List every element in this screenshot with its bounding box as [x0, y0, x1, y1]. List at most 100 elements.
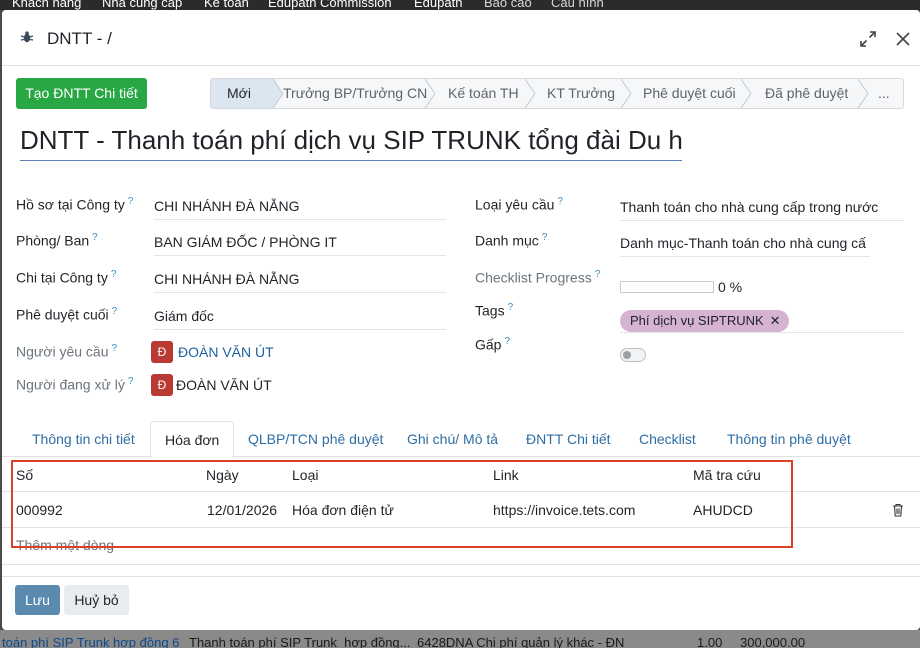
tab-approval-info[interactable]: Thông tin phê duyệt: [727, 421, 851, 457]
bug-icon: [20, 31, 34, 43]
stage-final-approval[interactable]: Phê duyệt cuối: [643, 79, 736, 108]
backdrop-row-category: 6428DNA Chi phí quản lý khác - ĐN: [417, 635, 625, 648]
nav-item-accounting[interactable]: Kế toán: [204, 0, 249, 10]
stage-chief-accountant[interactable]: KT Trưởng: [547, 79, 615, 108]
stage-more[interactable]: ...: [878, 79, 890, 108]
stage-approved[interactable]: Đã phê duyệt: [765, 79, 848, 108]
tag-sip-trunk: Phí dịch vụ SIPTRUNK ✕: [620, 310, 789, 332]
cell-link[interactable]: https://invoice.tets.com: [493, 502, 635, 518]
tab-checklist[interactable]: Checklist: [639, 421, 696, 457]
spend-company-field[interactable]: CHI NHÁNH ĐÀ NẴNG: [154, 269, 446, 293]
status-bar: Mới Trưởng BP/Trưởng CN Kế toán TH KT Tr…: [210, 78, 904, 109]
help-icon[interactable]: ?: [504, 336, 510, 347]
table-row[interactable]: 000992 12/01/2026 Hóa đơn điện tử https:…: [2, 492, 920, 528]
spend-company-label: Chi tại Công ty?: [16, 269, 117, 286]
notebook-tabs: Thông tin chi tiết Hóa đơn QLBP/TCN phê …: [2, 421, 920, 458]
tab-notes[interactable]: Ghi chú/ Mô tả: [407, 421, 498, 457]
toggle-knob: [623, 351, 631, 359]
column-header-number[interactable]: Số: [16, 467, 33, 483]
nav-item-vendors[interactable]: Nhà cung cấp: [102, 0, 182, 10]
backdrop-row-qty: 1.00: [697, 635, 723, 648]
trash-icon[interactable]: [892, 503, 904, 517]
category-field[interactable]: Danh mục-Thanh toán cho nhà cung cấ: [620, 233, 870, 257]
cell-number[interactable]: 000992: [16, 502, 63, 518]
backdrop-row-amount: 300,000.00: [740, 635, 806, 648]
company-field[interactable]: CHI NHÁNH ĐÀ NẴNG: [154, 196, 446, 220]
help-icon[interactable]: ?: [557, 196, 563, 207]
save-button[interactable]: Lưu: [15, 585, 60, 615]
stage-separator-icon: [621, 79, 631, 108]
close-icon[interactable]: [894, 30, 912, 48]
help-icon[interactable]: ?: [112, 306, 118, 317]
nav-item-reports[interactable]: Báo cáo: [484, 0, 532, 10]
expand-icon[interactable]: [859, 30, 877, 48]
stage-department-head[interactable]: Trưởng BP/Trưởng CN: [283, 79, 427, 108]
discard-button[interactable]: Huỷ bỏ: [64, 585, 129, 615]
column-header-date[interactable]: Ngày: [206, 467, 239, 483]
help-icon[interactable]: ?: [128, 196, 134, 207]
cell-type[interactable]: Hóa đơn điện tử: [292, 502, 394, 518]
nav-item-edupath-commission[interactable]: Edupath Commission: [268, 0, 392, 10]
requester-avatar: Đ: [151, 341, 173, 363]
column-header-lookup-code[interactable]: Mã tra cứu: [693, 467, 761, 483]
backdrop-row-description: Thanh toán phí SIP Trunk_hợp đồng...: [189, 635, 411, 648]
requester-name[interactable]: ĐOÀN VĂN ÚT: [178, 344, 274, 360]
dialog-footer: Lưu Huỷ bỏ: [2, 576, 920, 630]
invoice-table-header: Số Ngày Loại Link Mã tra cứu: [2, 458, 920, 492]
help-icon[interactable]: ?: [508, 302, 514, 313]
final-approver-field[interactable]: Giám đốc: [154, 306, 446, 330]
tag-remove-icon[interactable]: ✕: [770, 313, 781, 328]
department-field[interactable]: BAN GIÁM ĐỐC / PHÒNG IT: [154, 232, 446, 256]
column-header-link[interactable]: Link: [493, 467, 519, 483]
create-dntt-detail-button[interactable]: Tạo ĐNTT Chi tiết: [16, 78, 147, 109]
cell-lookup-code[interactable]: AHUDCD: [693, 502, 753, 518]
table-divider: [2, 564, 920, 565]
checklist-progress-text: 0 %: [718, 279, 743, 295]
requester-label: Người yêu cầu?: [16, 343, 118, 360]
tab-details[interactable]: Thông tin chi tiết: [32, 421, 135, 457]
urgent-label: Gấp?: [475, 336, 511, 353]
checklist-progress-bar: [620, 281, 714, 293]
help-icon[interactable]: ?: [595, 269, 601, 280]
company-label: Hồ sơ tại Công ty?: [16, 196, 134, 213]
urgent-toggle[interactable]: [620, 348, 646, 362]
category-label: Danh mục?: [475, 232, 548, 249]
final-approver-label: Phê duyệt cuối?: [16, 306, 118, 323]
request-type-label: Loại yêu cầu?: [475, 196, 563, 213]
stage-separator-icon: [525, 79, 535, 108]
dialog-header: DNTT - /: [2, 10, 920, 66]
cell-date[interactable]: 12/01/2026: [207, 502, 277, 518]
help-icon[interactable]: ?: [128, 376, 134, 387]
tags-field-underline[interactable]: [620, 332, 904, 333]
stage-separator-icon: [425, 79, 435, 108]
dialog-title: DNTT - /: [47, 29, 112, 48]
tab-invoices[interactable]: Hóa đơn: [150, 421, 235, 458]
request-type-field[interactable]: Thanh toán cho nhà cung cấp trong nước: [620, 197, 904, 221]
tag-label: Phí dịch vụ SIPTRUNK: [630, 313, 764, 328]
handler-name: ĐOÀN VĂN ÚT: [176, 377, 272, 393]
nav-item-customers[interactable]: Khách hàng: [12, 0, 81, 10]
stage-separator-icon: [741, 79, 751, 108]
tab-qlbp-approval[interactable]: QLBP/TCN phê duyệt: [248, 421, 383, 457]
stage-new[interactable]: Mới: [211, 79, 273, 108]
help-icon[interactable]: ?: [542, 232, 548, 243]
help-icon[interactable]: ?: [111, 343, 117, 354]
stage-general-accountant[interactable]: Kế toán TH: [448, 79, 519, 108]
tags-label: Tags?: [475, 302, 514, 319]
checklist-progress-label: Checklist Progress?: [475, 269, 601, 286]
help-icon[interactable]: ?: [92, 232, 98, 243]
department-label: Phòng/ Ban?: [16, 232, 98, 249]
dntt-dialog: DNTT - / Tạo ĐNTT Chi tiết Mới Trưởng BP…: [2, 10, 920, 630]
nav-item-edupath[interactable]: Edupath: [414, 0, 462, 10]
handler-label: Người đang xử lý?: [16, 376, 134, 393]
handler-avatar: Đ: [151, 374, 173, 396]
nav-item-config[interactable]: Cấu hình: [551, 0, 604, 10]
column-header-type[interactable]: Loại: [292, 467, 318, 483]
record-title-input[interactable]: DNTT - Thanh toán phí dịch vụ SIP TRUNK …: [20, 125, 682, 161]
backdrop-list-row: toán phí SIP Trunk hợp đồng 6 Thanh toán…: [0, 630, 920, 648]
stage-separator-icon: [858, 79, 868, 108]
add-line-link[interactable]: Thêm một dòng: [16, 537, 114, 553]
backdrop-row-link[interactable]: toán phí SIP Trunk hợp đồng 6: [2, 635, 179, 648]
help-icon[interactable]: ?: [111, 269, 117, 280]
tab-dntt-detail[interactable]: ĐNTT Chi tiết: [526, 421, 611, 457]
